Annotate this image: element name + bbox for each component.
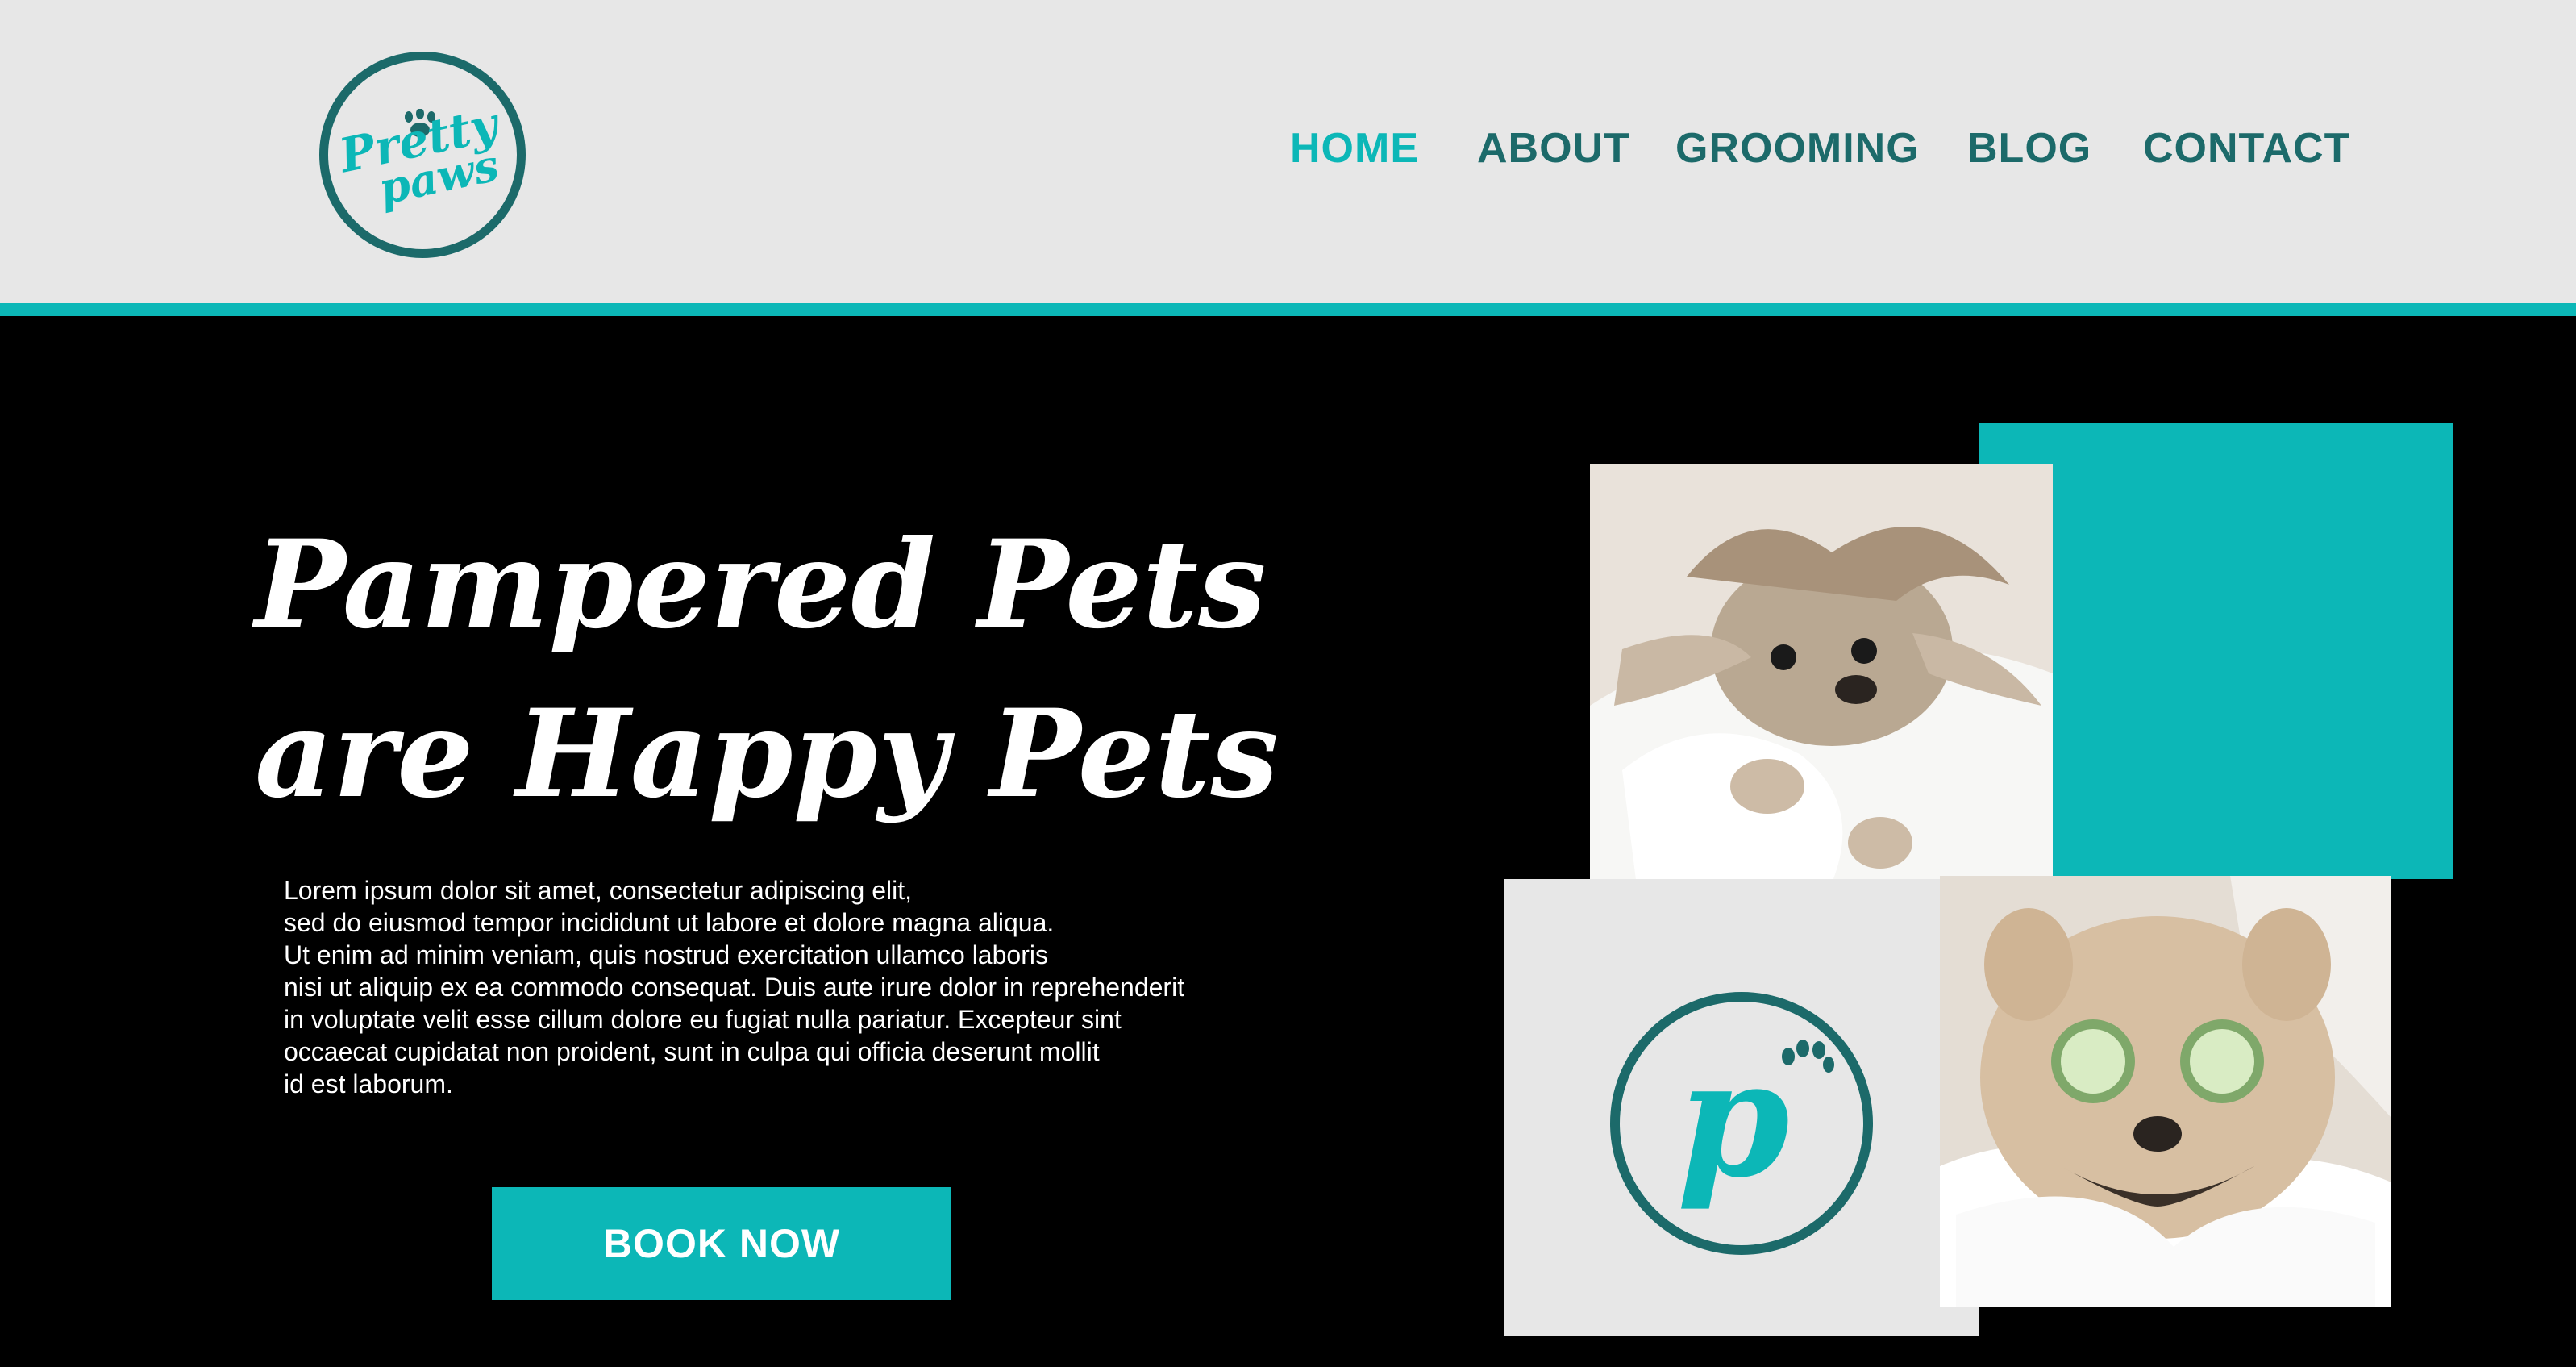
logo-letter: p bbox=[1677, 1024, 1790, 1214]
hero-body-line: sed do eiusmod tempor incididunt ut labo… bbox=[284, 908, 1055, 937]
hero-body-line: Lorem ipsum dolor sit amet, consectetur … bbox=[284, 876, 913, 905]
hero-body-line: in voluptate velit esse cillum dolore eu… bbox=[284, 1005, 1122, 1034]
dog-cucumber-photo bbox=[1940, 876, 2391, 1307]
nav-item-grooming[interactable]: GROOMING bbox=[1675, 124, 1920, 173]
nav-item-about[interactable]: ABOUT bbox=[1477, 124, 1630, 173]
hero-body-line: Ut enim ad minim veniam, quis nostrud ex… bbox=[284, 940, 1048, 969]
logo-wordmark: Pretty paws bbox=[335, 96, 510, 215]
dog-towel-photo bbox=[1590, 464, 2053, 899]
hero-body-line: id est laborum. bbox=[284, 1069, 453, 1098]
hero-title: Pampered Pets are Happy Pets bbox=[255, 500, 1384, 839]
hero-body-line: nisi ut aliquip ex ea commodo consequat.… bbox=[284, 973, 1185, 1002]
brand-logo-tile: p bbox=[1504, 879, 1979, 1336]
header-divider bbox=[0, 303, 2576, 316]
hero-description: Lorem ipsum dolor sit amet, consectetur … bbox=[284, 874, 1372, 1100]
nav-item-contact[interactable]: CONTACT bbox=[2143, 124, 2350, 173]
hero-title-line-1: Pampered Pets bbox=[255, 514, 1267, 656]
nav-item-blog[interactable]: BLOG bbox=[1967, 124, 2091, 173]
nav-item-home[interactable]: HOME bbox=[1290, 124, 1419, 173]
brand-logo[interactable]: Pretty paws bbox=[319, 52, 526, 258]
hero-title-line-2: are Happy Pets bbox=[255, 683, 1279, 825]
book-now-button[interactable]: BOOK NOW bbox=[492, 1187, 951, 1300]
hero-body-line: occaecat cupidatat non proident, sunt in… bbox=[284, 1037, 1100, 1066]
site-header: Pretty paws HOME ABOUT GROOMING BLOG CON… bbox=[0, 0, 2576, 303]
logo-emblem: p bbox=[1610, 992, 1873, 1255]
